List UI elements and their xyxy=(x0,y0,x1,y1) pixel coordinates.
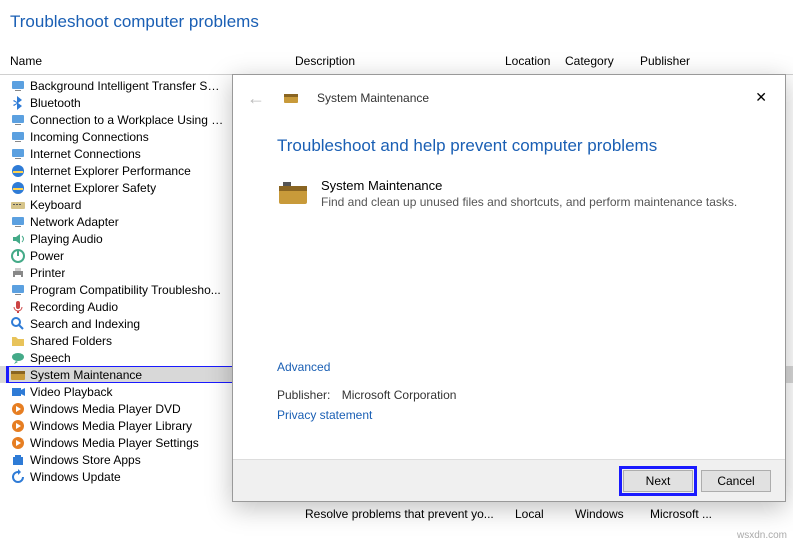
list-item-label: Network Adapter xyxy=(30,215,119,229)
list-item-label: Internet Connections xyxy=(30,147,141,161)
network-adapter-icon xyxy=(10,214,26,230)
search-icon xyxy=(10,316,26,332)
speech-icon xyxy=(10,350,26,366)
ie-icon xyxy=(10,163,26,179)
list-item-label: System Maintenance xyxy=(30,368,142,382)
watermark: wsxdn.com xyxy=(737,530,787,541)
cancel-button[interactable]: Cancel xyxy=(701,470,771,492)
next-button[interactable]: Next xyxy=(623,470,693,492)
list-item-label: Windows Media Player Settings xyxy=(30,436,199,450)
close-button[interactable]: ✕ xyxy=(747,85,775,110)
compat-icon xyxy=(10,282,26,298)
background-row: Resolve problems that prevent yo... Loca… xyxy=(0,505,793,522)
list-item-label: Video Playback xyxy=(30,385,113,399)
maintenance-icon xyxy=(10,367,26,383)
folder-icon xyxy=(10,333,26,349)
list-item-label: Windows Media Player Library xyxy=(30,419,192,433)
page-title: Troubleshoot computer problems xyxy=(0,0,793,50)
printer-icon xyxy=(10,265,26,281)
column-header-name[interactable]: Name xyxy=(10,50,295,74)
publisher-label: Publisher: xyxy=(277,388,330,402)
dialog-body: Troubleshoot and help prevent computer p… xyxy=(233,136,785,422)
list-item-label: Playing Audio xyxy=(30,232,103,246)
mic-icon xyxy=(10,299,26,315)
incoming-icon xyxy=(10,129,26,145)
list-item-label: Program Compatibility Troublesho... xyxy=(30,283,221,297)
internet-icon xyxy=(10,146,26,162)
speaker-icon xyxy=(10,231,26,247)
back-arrow-icon: ← xyxy=(247,89,265,107)
list-item-label: Internet Explorer Safety xyxy=(30,181,156,195)
list-item-label: Bluetooth xyxy=(30,96,81,110)
list-item-label: Search and Indexing xyxy=(30,317,140,331)
column-header-publisher[interactable]: Publisher xyxy=(640,50,793,74)
privacy-link[interactable]: Privacy statement xyxy=(277,408,745,422)
wmp-icon xyxy=(10,418,26,434)
column-header-location[interactable]: Location xyxy=(505,50,565,74)
power-icon xyxy=(10,248,26,264)
column-header-category[interactable]: Category xyxy=(565,50,640,74)
column-header-description[interactable]: Description xyxy=(295,50,505,74)
store-icon xyxy=(10,452,26,468)
list-item-label: Shared Folders xyxy=(30,334,112,348)
list-item-label: Connection to a Workplace Using D... xyxy=(30,113,225,127)
ie-icon xyxy=(10,180,26,196)
wizard-dialog: ← System Maintenance ✕ Troubleshoot and … xyxy=(232,74,786,502)
list-item-label: Windows Update xyxy=(30,470,121,484)
maintenance-large-icon xyxy=(277,178,309,210)
dialog-header-title: System Maintenance xyxy=(317,91,429,105)
dialog-heading: Troubleshoot and help prevent computer p… xyxy=(277,136,745,156)
list-item-label: Background Intelligent Transfer Ser... xyxy=(30,79,225,93)
advanced-link[interactable]: Advanced xyxy=(277,360,745,374)
list-item-label: Recording Audio xyxy=(30,300,118,314)
wmp-icon xyxy=(10,401,26,417)
keyboard-icon xyxy=(10,197,26,213)
publisher-value: Microsoft Corporation xyxy=(342,388,457,402)
network-icon xyxy=(10,112,26,128)
bg-row-description: Resolve problems that prevent yo... xyxy=(305,507,515,521)
wmp-icon xyxy=(10,435,26,451)
bg-row-category: Windows xyxy=(575,507,650,521)
bg-row-publisher: Microsoft ... xyxy=(650,507,793,521)
bluetooth-icon xyxy=(10,95,26,111)
list-item-label: Internet Explorer Performance xyxy=(30,164,191,178)
list-item-label: Keyboard xyxy=(30,198,81,212)
dialog-footer: Next Cancel xyxy=(233,459,785,501)
list-item-label: Windows Media Player DVD xyxy=(30,402,181,416)
control-panel-window: Troubleshoot computer problems Name Desc… xyxy=(0,0,793,543)
troubleshooter-item[interactable]: System Maintenance Find and clean up unu… xyxy=(277,178,745,210)
publisher-line: Publisher: Microsoft Corporation xyxy=(277,388,745,402)
list-item-label: Printer xyxy=(30,266,65,280)
bg-row-location: Local xyxy=(515,507,575,521)
list-item-label: Windows Store Apps xyxy=(30,453,141,467)
column-headers: Name Description Location Category Publi… xyxy=(0,50,793,75)
list-item-label: Incoming Connections xyxy=(30,130,149,144)
list-item-label: Speech xyxy=(30,351,71,365)
video-icon xyxy=(10,384,26,400)
dialog-header: ← System Maintenance ✕ xyxy=(233,75,785,118)
update-icon xyxy=(10,469,26,485)
download-cloud-icon xyxy=(10,78,26,94)
item-title: System Maintenance xyxy=(321,178,737,193)
list-item-label: Power xyxy=(30,249,64,263)
maintenance-icon xyxy=(283,90,299,106)
item-description: Find and clean up unused files and short… xyxy=(321,195,737,209)
